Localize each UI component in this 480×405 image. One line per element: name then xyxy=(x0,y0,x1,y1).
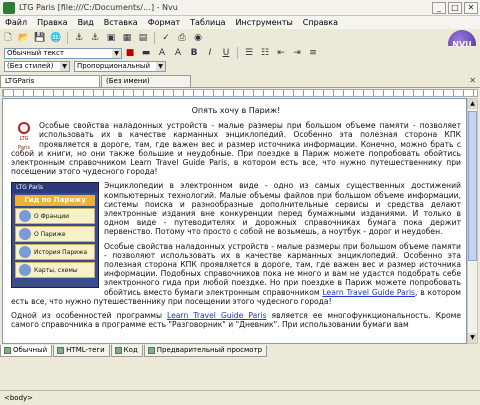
tab-html-tags[interactable]: HTML-теги xyxy=(53,345,110,357)
print-icon[interactable]: ⎙ xyxy=(175,31,189,44)
maximize-button[interactable]: □ xyxy=(448,2,462,14)
style-value: (Без стилей) xyxy=(7,62,54,70)
phone-menu-item: Карты, схемы xyxy=(15,262,95,279)
publish-icon[interactable]: 🌐 xyxy=(49,31,63,44)
font-value: Пропорциональный xyxy=(77,62,151,70)
chevron-down-icon: ▼ xyxy=(60,62,69,71)
form-icon[interactable]: ▤ xyxy=(136,31,150,44)
menu-bar: Файл Правка Вид Вставка Формат Таблица И… xyxy=(0,16,480,29)
table-icon[interactable]: ▦ xyxy=(120,31,134,44)
tab-ltgparis[interactable]: LTGParis xyxy=(0,75,100,87)
link-icon[interactable]: ⚓ xyxy=(72,31,86,44)
menu-insert[interactable]: Вставка xyxy=(99,18,143,27)
main-toolbar: 🗋 📂 💾 🌐 ⚓ ⚓ ▣ ▦ ▤ ✓ ⎙ ◉ xyxy=(0,29,480,46)
save-icon[interactable]: 💾 xyxy=(33,31,47,44)
html-tags-icon xyxy=(57,347,65,354)
editor-area[interactable]: Опять хочу в Париж! LTG Paris Особые сво… xyxy=(2,98,467,344)
scrollbar-thumb[interactable] xyxy=(468,111,477,261)
new-icon[interactable]: 🗋 xyxy=(1,31,15,44)
learn-travel-guide-link[interactable]: Learn Travel Guide Paris xyxy=(167,311,266,320)
ruler xyxy=(2,89,478,97)
increase-font-icon[interactable]: A xyxy=(171,47,185,60)
scroll-down-icon[interactable]: ▼ xyxy=(468,333,477,343)
close-tab-icon[interactable]: ✕ xyxy=(469,76,476,85)
document-tabs: LTGParis (Без имени) xyxy=(0,74,480,88)
vertical-scrollbar[interactable]: ▲ ▼ xyxy=(467,98,478,344)
learn-travel-guide-link[interactable]: Learn Travel Guide Paris xyxy=(322,288,415,297)
preview-icon xyxy=(147,347,155,354)
format-toolbar: Обычный текст ▼ ■ ▬ A A B I U ☰ ☷ ⇤ ⇥ ≡ xyxy=(0,46,480,60)
phone-banner: Гид по Парижу xyxy=(15,195,95,207)
ltg-logo-circle xyxy=(18,122,30,135)
tab-normal[interactable]: Обычный xyxy=(0,345,53,357)
highlight-icon[interactable]: ▬ xyxy=(139,47,153,60)
text-color-icon[interactable]: ■ xyxy=(123,47,137,60)
chevron-down-icon: ▼ xyxy=(156,62,165,71)
chevron-down-icon: ▼ xyxy=(112,48,121,58)
italic-button[interactable]: I xyxy=(203,47,217,60)
phone-title: LTG Paris xyxy=(12,183,98,194)
toolbar-separator xyxy=(67,31,68,44)
document-heading: Опять хочу в Париж! xyxy=(191,106,281,115)
menu-tools[interactable]: Инструменты xyxy=(231,18,298,27)
document-content: Опять хочу в Париж! LTG Paris Особые сво… xyxy=(11,103,461,334)
bold-button[interactable]: B xyxy=(187,47,201,60)
open-icon[interactable]: 📂 xyxy=(17,31,31,44)
menu-format[interactable]: Формат xyxy=(143,18,185,27)
menu-file[interactable]: Файл xyxy=(0,18,32,27)
decrease-font-icon[interactable]: A xyxy=(155,47,169,60)
spellcheck-icon[interactable]: ✓ xyxy=(159,31,173,44)
underline-button[interactable]: U xyxy=(219,47,233,60)
menu-table[interactable]: Таблица xyxy=(185,18,230,27)
tab-preview[interactable]: Предварительный просмотр xyxy=(143,345,268,357)
status-bar: <body> xyxy=(0,390,480,405)
window-title: LTG Paris [file:///C:/Documents/…] - Nvu xyxy=(19,3,178,12)
menu-help[interactable]: Справка xyxy=(298,18,343,27)
bullet-list-icon[interactable]: ☰ xyxy=(242,47,256,60)
font-toolbar: (Без стилей) ▼ Пропорциональный ▼ xyxy=(0,60,480,73)
paragraph-style-select[interactable]: Обычный текст ▼ xyxy=(4,47,122,59)
image-icon[interactable]: ▣ xyxy=(104,31,118,44)
globe-icon xyxy=(19,210,31,223)
source-icon xyxy=(114,347,122,354)
close-button[interactable]: ✕ xyxy=(464,2,478,14)
paragraph-style-value: Обычный текст xyxy=(7,48,64,57)
scroll-up-icon[interactable]: ▲ xyxy=(468,99,477,109)
menu-edit[interactable]: Правка xyxy=(32,18,72,27)
phone-screenshot-image: LTG Paris Гид по Парижу О Франции О Пари… xyxy=(11,182,99,289)
style-select[interactable]: (Без стилей) ▼ xyxy=(4,61,70,72)
preview-icon[interactable]: ◉ xyxy=(191,31,205,44)
globe-icon xyxy=(19,228,31,241)
numbered-list-icon[interactable]: ☷ xyxy=(258,47,272,60)
phone-menu-item: О Франции xyxy=(15,208,95,225)
normal-icon xyxy=(4,347,11,354)
app-icon xyxy=(3,1,15,14)
map-icon xyxy=(19,264,31,277)
title-bar: LTG Paris [file:///C:/Documents/…] - Nvu… xyxy=(0,0,480,16)
tab-untitled[interactable]: (Без имени) xyxy=(101,75,191,87)
phone-menu-item: История Парижа xyxy=(15,244,95,261)
toolbar-separator xyxy=(237,47,238,59)
outdent-icon[interactable]: ⇤ xyxy=(274,47,288,60)
edit-mode-tabs: Обычный HTML-теги Код Предварительный пр… xyxy=(0,345,480,359)
phone-menu-item: О Париже xyxy=(15,226,95,243)
paragraph-4: Одной из особенностей программы Learn Tr… xyxy=(11,311,461,330)
align-icon[interactable]: ≡ xyxy=(306,47,320,60)
status-tag[interactable]: <body> xyxy=(4,394,33,402)
minimize-button[interactable]: _ xyxy=(432,2,446,14)
paragraph-1: Особые свойства наладонных устройств - м… xyxy=(11,121,461,177)
toolbar-separator xyxy=(154,31,155,44)
book-icon xyxy=(19,246,31,259)
menu-view[interactable]: Вид xyxy=(73,18,99,27)
indent-icon[interactable]: ⇥ xyxy=(290,47,304,60)
anchor-icon[interactable]: ⚓ xyxy=(88,31,102,44)
tab-source[interactable]: Код xyxy=(110,345,143,357)
font-select[interactable]: Пропорциональный ▼ xyxy=(74,61,166,72)
ltg-logo-image: LTG Paris xyxy=(13,122,35,151)
